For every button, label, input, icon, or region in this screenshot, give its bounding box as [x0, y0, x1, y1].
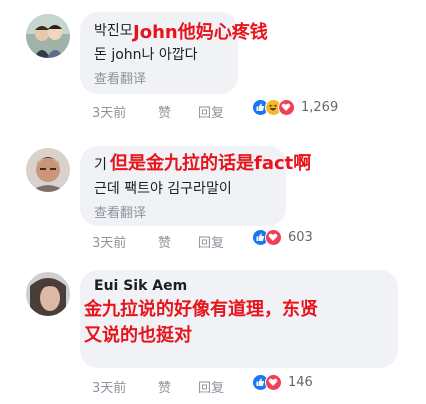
comment-time: 3天前 — [92, 106, 127, 121]
comment-text: 돈 john나 아깝다 — [94, 47, 198, 63]
comment-author[interactable]: 기 — [94, 154, 107, 174]
like-button[interactable]: 赞 — [158, 377, 171, 396]
see-translation-link[interactable]: 查看翻译 — [94, 202, 146, 221]
comment-time: 3天前 — [92, 236, 127, 251]
reply-button[interactable]: 回复 — [198, 102, 224, 121]
comment-text: 근데 팩트야 김구라말이 — [94, 181, 232, 197]
overlay-caption: 金九拉说的好像有道理，东贤 — [84, 299, 318, 320]
love-icon — [278, 99, 295, 116]
comment-author[interactable]: Eui Sik Aem — [94, 278, 187, 294]
avatar[interactable] — [26, 14, 70, 58]
comment-3: Eui Sik Aem 3天前 赞 回复 146 金九拉说的好像有道理，东贤 又… — [0, 260, 426, 404]
reaction-count: 1,269 — [301, 100, 339, 115]
comment-time: 3天前 — [92, 381, 127, 396]
see-translation-link[interactable]: 查看翻译 — [94, 68, 146, 87]
reaction-summary[interactable]: 1,269 — [252, 99, 338, 116]
reaction-summary[interactable]: 603 — [252, 229, 313, 246]
overlay-caption-continued: 又说的也挺对 — [84, 325, 192, 346]
love-icon — [265, 374, 282, 391]
comment-author[interactable]: 박진모 — [94, 20, 133, 40]
reply-button[interactable]: 回复 — [198, 232, 224, 251]
reaction-count: 603 — [288, 230, 313, 245]
avatar[interactable] — [26, 148, 70, 192]
overlay-caption: John他妈心疼钱 — [133, 22, 268, 43]
reply-button[interactable]: 回复 — [198, 377, 224, 396]
love-icon — [265, 229, 282, 246]
avatar[interactable] — [26, 272, 70, 316]
reaction-summary[interactable]: 146 — [252, 374, 313, 391]
overlay-caption: 但是金九拉的话是fact啊 — [110, 153, 312, 174]
comment-2: 기 근데 팩트야 김구라말이 查看翻译 3天前 赞 回复 603 但是金九拉的话… — [0, 130, 426, 260]
like-button[interactable]: 赞 — [158, 102, 171, 121]
comment-1: 박진모 돈 john나 아깝다 查看翻译 3天前 赞 回复 1,269 John… — [0, 0, 426, 130]
like-button[interactable]: 赞 — [158, 232, 171, 251]
reaction-count: 146 — [288, 375, 313, 390]
